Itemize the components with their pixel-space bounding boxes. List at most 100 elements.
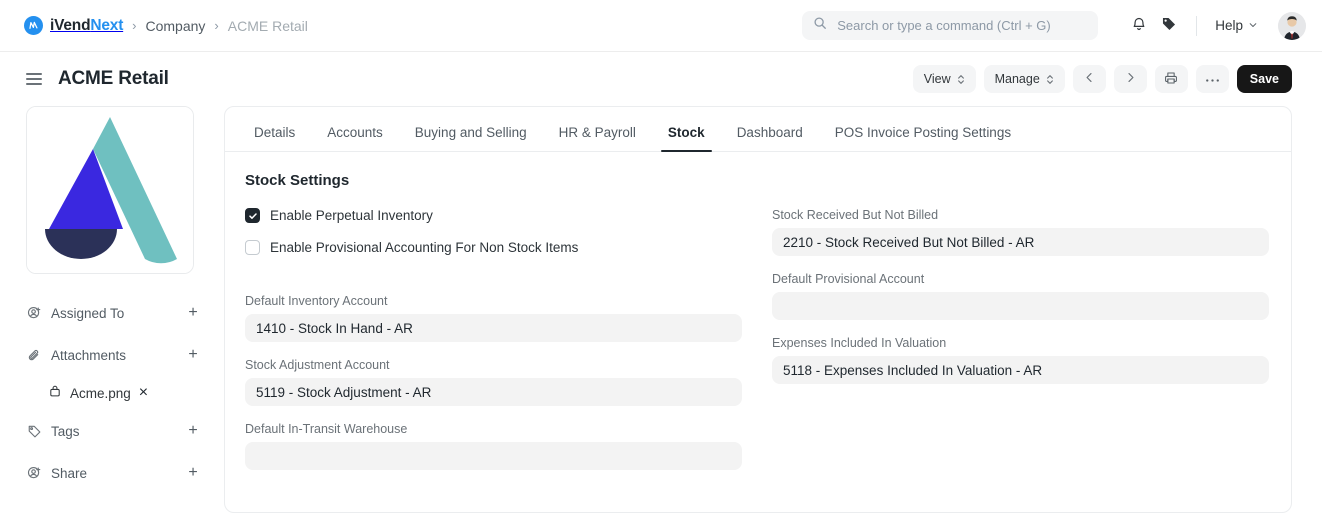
breadcrumb-separator: › xyxy=(214,18,219,33)
tab-bar: Details Accounts Buying and Selling HR &… xyxy=(225,107,1291,152)
manage-button[interactable]: Manage xyxy=(983,65,1065,93)
add-assigned-to-button[interactable]: + xyxy=(182,302,204,324)
breadcrumb-company[interactable]: Company xyxy=(146,18,206,34)
search-icon xyxy=(813,16,827,35)
brand-text: iVendNext xyxy=(50,17,123,35)
sidebar-item-share[interactable]: Share + xyxy=(26,452,206,494)
checkbox-label: Enable Provisional Accounting For Non St… xyxy=(270,240,579,255)
field-default-in-transit-warehouse: Default In-Transit Warehouse xyxy=(245,422,742,470)
checkbox-icon-checked[interactable] xyxy=(245,208,260,223)
page-body: Assigned To + Attachments + Acme.png × T… xyxy=(0,106,1322,513)
notifications-button[interactable] xyxy=(1124,11,1154,41)
add-share-button[interactable]: + xyxy=(182,462,204,484)
user-plus-icon xyxy=(26,306,42,321)
view-button[interactable]: View xyxy=(912,65,976,93)
stock-received-but-not-billed-input[interactable]: 2210 - Stock Received But Not Billed - A… xyxy=(772,228,1269,256)
default-in-transit-warehouse-input[interactable] xyxy=(245,442,742,470)
hamburger-icon[interactable] xyxy=(26,73,42,85)
user-plus-icon xyxy=(26,466,42,481)
bell-icon xyxy=(1131,16,1147,35)
search-input[interactable] xyxy=(835,17,1088,34)
checkbox-label: Enable Perpetual Inventory xyxy=(270,208,433,223)
tab-details[interactable]: Details xyxy=(245,125,304,151)
field-label: Default Inventory Account xyxy=(245,294,388,308)
sidebar-item-label: Assigned To xyxy=(51,305,125,321)
default-provisional-account-input[interactable] xyxy=(772,292,1269,320)
main-card: Details Accounts Buying and Selling HR &… xyxy=(224,106,1292,513)
section-title: Stock Settings xyxy=(245,172,350,189)
page-header: ACME Retail View Manage Save xyxy=(0,52,1322,106)
next-document-button[interactable] xyxy=(1113,65,1147,93)
ivendnext-logo-icon xyxy=(24,16,43,35)
tab-pos-invoice-posting-settings[interactable]: POS Invoice Posting Settings xyxy=(826,125,1020,151)
sidebar-item-label: Share xyxy=(51,465,88,481)
sidebar: Assigned To + Attachments + Acme.png × T… xyxy=(26,106,224,513)
sidebar-item-assigned-to[interactable]: Assigned To + xyxy=(26,292,206,334)
paperclip-icon xyxy=(26,348,42,363)
stock-settings-section: Stock Settings Enable Perpetual Inventor… xyxy=(225,152,1291,512)
checkbox-enable-perpetual-inventory[interactable]: Enable Perpetual Inventory xyxy=(245,208,742,223)
page-title: ACME Retail xyxy=(58,68,169,89)
help-dropdown[interactable]: Help xyxy=(1209,14,1264,37)
fields-grid: Enable Perpetual Inventory Enable Provis… xyxy=(245,208,1269,486)
tag-button[interactable] xyxy=(1154,11,1184,41)
field-label: Default In-Transit Warehouse xyxy=(245,422,408,436)
attachment-name: Acme.png xyxy=(70,385,131,401)
tab-stock[interactable]: Stock xyxy=(659,125,714,152)
save-button[interactable]: Save xyxy=(1236,65,1292,93)
checkbox-icon-unchecked[interactable] xyxy=(245,240,260,255)
field-default-provisional-account: Default Provisional Account xyxy=(772,272,1269,320)
brand-prefix: iVend xyxy=(50,16,91,34)
file-icon xyxy=(48,384,62,403)
search-box[interactable] xyxy=(802,11,1099,40)
breadcrumb-separator: › xyxy=(132,18,137,33)
tag-outline-icon xyxy=(26,424,42,439)
stock-adjustment-account-input[interactable]: 5119 - Stock Adjustment - AR xyxy=(245,378,742,406)
previous-document-button[interactable] xyxy=(1072,65,1106,93)
add-tag-button[interactable]: + xyxy=(182,420,204,442)
add-attachment-button[interactable]: + xyxy=(182,344,204,366)
print-button[interactable] xyxy=(1154,65,1188,93)
more-options-button[interactable] xyxy=(1195,65,1229,93)
attachment-item[interactable]: Acme.png × xyxy=(26,376,206,410)
avatar[interactable] xyxy=(1278,11,1306,40)
top-navbar: iVendNext › Company › ACME Retail Search… xyxy=(0,0,1322,52)
header-actions: View Manage Save xyxy=(912,65,1292,93)
printer-icon xyxy=(1164,71,1178,88)
field-default-inventory-account: Default Inventory Account 1410 - Stock I… xyxy=(245,294,742,342)
sidebar-item-attachments[interactable]: Attachments + xyxy=(26,334,206,376)
sidebar-item-label: Tags xyxy=(51,423,80,439)
field-stock-adjustment-account: Stock Adjustment Account 5119 - Stock Ad… xyxy=(245,358,742,406)
tab-hr-and-payroll[interactable]: HR & Payroll xyxy=(550,125,645,151)
field-expenses-included-in-valuation: Expenses Included In Valuation 5118 - Ex… xyxy=(772,336,1269,384)
field-label: Stock Adjustment Account xyxy=(245,358,390,372)
field-label: Expenses Included In Valuation xyxy=(772,336,947,350)
chevron-right-icon xyxy=(1124,71,1137,87)
sort-updown-icon xyxy=(957,74,965,85)
tab-buying-and-selling[interactable]: Buying and Selling xyxy=(406,125,536,151)
breadcrumb-current: ACME Retail xyxy=(227,17,308,34)
sidebar-item-label: Attachments xyxy=(51,347,127,363)
help-label: Help xyxy=(1215,18,1243,33)
field-stock-received-but-not-billed: Stock Received But Not Billed 2210 - Sto… xyxy=(772,208,1269,256)
chevron-left-icon xyxy=(1083,71,1096,87)
brand-link[interactable]: iVendNext xyxy=(24,16,123,35)
company-logo[interactable] xyxy=(26,106,194,274)
sort-updown-icon xyxy=(1046,74,1054,85)
checkbox-enable-provisional-accounting[interactable]: Enable Provisional Accounting For Non St… xyxy=(245,240,742,255)
default-inventory-account-input[interactable]: 1410 - Stock In Hand - AR xyxy=(245,314,742,342)
navbar-right: Help xyxy=(802,11,1306,41)
field-label: Stock Received But Not Billed xyxy=(772,208,939,222)
expenses-included-in-valuation-input[interactable]: 5118 - Expenses Included In Valuation - … xyxy=(772,356,1269,384)
chevron-down-icon xyxy=(1248,18,1258,33)
tab-dashboard[interactable]: Dashboard xyxy=(728,125,812,151)
manage-label: Manage xyxy=(994,72,1040,86)
navbar-divider xyxy=(1196,15,1198,36)
tab-accounts[interactable]: Accounts xyxy=(318,125,392,151)
left-column: Enable Perpetual Inventory Enable Provis… xyxy=(245,208,742,486)
remove-attachment-button[interactable]: × xyxy=(139,384,148,402)
brand-suffix: Next xyxy=(90,16,124,34)
ellipsis-icon xyxy=(1205,72,1220,86)
sidebar-item-tags[interactable]: Tags + xyxy=(26,410,206,452)
